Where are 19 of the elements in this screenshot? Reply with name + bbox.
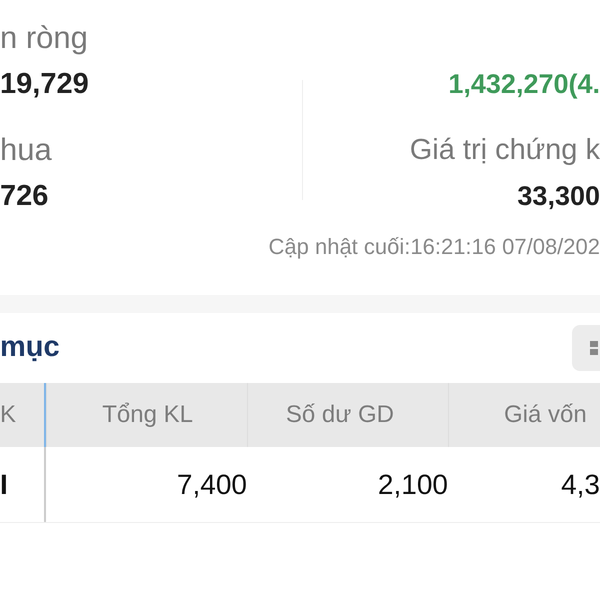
table-cell: I: [0, 447, 46, 522]
column-header: Tổng KL: [46, 383, 247, 447]
stat-value: 1,432,270(4.: [448, 68, 600, 101]
grid-icon: [590, 340, 598, 356]
table-cell-text: 7,400: [176, 468, 247, 502]
stat-label: n ròng: [0, 19, 89, 57]
last-updated-text: Cập nhật cuối:16:21:16 07/08/202: [268, 233, 600, 261]
column-header: Số dư GD: [247, 383, 448, 447]
table-cell-text: 4,3: [560, 468, 600, 502]
view-toggle-button[interactable]: [572, 325, 600, 371]
table-cell-text: 2,100: [376, 468, 448, 502]
column-header: Giá vốn: [448, 383, 600, 447]
column-header: K: [0, 383, 46, 447]
stat-value: 33,300: [517, 180, 600, 213]
stat-label: Giá trị chứng k: [410, 133, 600, 168]
stat-value: 726: [0, 179, 50, 214]
section-title: mục: [0, 330, 60, 366]
stat-label: hua: [0, 131, 53, 169]
stat-value: 19,729: [0, 67, 90, 102]
